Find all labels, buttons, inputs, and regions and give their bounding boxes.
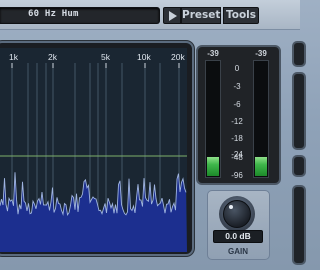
scale-label: 0 (234, 64, 240, 73)
right-edge-panel (292, 155, 306, 177)
preset-button[interactable]: Preset (181, 7, 221, 24)
right-peak-readout[interactable]: -39 (252, 49, 270, 59)
gain-knob-indicator (229, 205, 233, 209)
gain-knob[interactable] (223, 200, 251, 228)
gain-value-display[interactable]: 0.0 dB (213, 230, 263, 243)
gain-label: GAIN (228, 247, 248, 256)
preset-name-text: 60 Hz Hum (28, 9, 79, 19)
scale-label: -12 (231, 117, 243, 126)
scale-label: -96 (231, 171, 243, 180)
scale-label: -18 (231, 134, 243, 143)
play-icon (169, 11, 177, 21)
left-peak-readout[interactable]: -39 (204, 49, 222, 59)
spectrum-analyzer[interactable]: 1k 2k 5k 10k 20k (0, 48, 187, 252)
right-level-meter (253, 60, 269, 178)
right-edge-panel (292, 41, 306, 67)
freq-label: 20k (171, 52, 185, 62)
scale-label: -3 (233, 82, 241, 91)
freq-label: 2k (48, 52, 58, 62)
top-toolbar: 60 Hz Hum Preset Tools (0, 0, 300, 30)
freq-label: 10k (137, 52, 151, 62)
play-button[interactable] (163, 7, 181, 24)
right-edge-panel (292, 185, 306, 265)
scale-label: -48 (231, 153, 243, 162)
tools-button[interactable]: Tools (223, 7, 259, 24)
preset-name-display[interactable]: 60 Hz Hum (0, 7, 160, 24)
freq-label: 5k (101, 52, 111, 62)
spectrum-graph: 1k 2k 5k 10k 20k (0, 52, 187, 252)
scale-label: -6 (233, 100, 241, 109)
right-edge-panel (292, 72, 306, 150)
freq-label: 1k (9, 52, 19, 62)
left-meter-fill (207, 157, 219, 176)
right-meter-fill (255, 157, 267, 176)
